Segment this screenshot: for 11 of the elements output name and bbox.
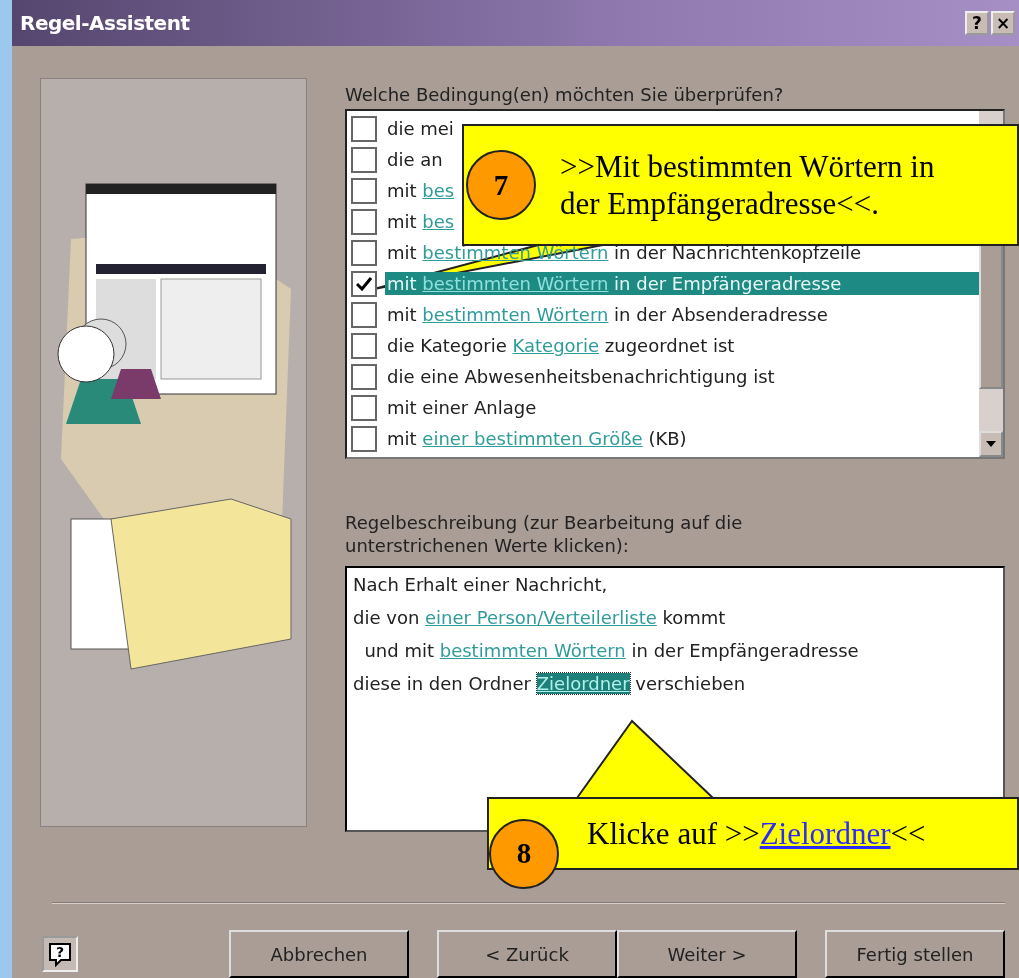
callout-text: Klicke auf >>Zielordner<<: [587, 814, 926, 853]
callout-text: >>Mit bestimmten Wörtern in der Empfängeradresse<<.: [560, 147, 936, 223]
description-line: die von einer Person/Verteilerliste kommt: [353, 606, 727, 630]
window-title: Regel-Assistent: [20, 11, 191, 35]
conditions-label: Welche Bedingung(en) möchten Sie überprüfen?: [345, 84, 785, 105]
description-line: diese in den Ordner Zielordner verschieben: [353, 672, 747, 696]
description-line: Nach Erhalt einer Nachricht,: [353, 573, 609, 597]
step-number-badge: 8: [489, 818, 559, 889]
description-line: und mit bestimmten Wörtern in der Empfängeradresse: [363, 639, 860, 663]
step-number-badge: 7: [466, 150, 536, 220]
description-label: Regelbeschreibung (zur Bearbeitung auf die unterstrichenen Werte klicken):: [345, 511, 744, 558]
